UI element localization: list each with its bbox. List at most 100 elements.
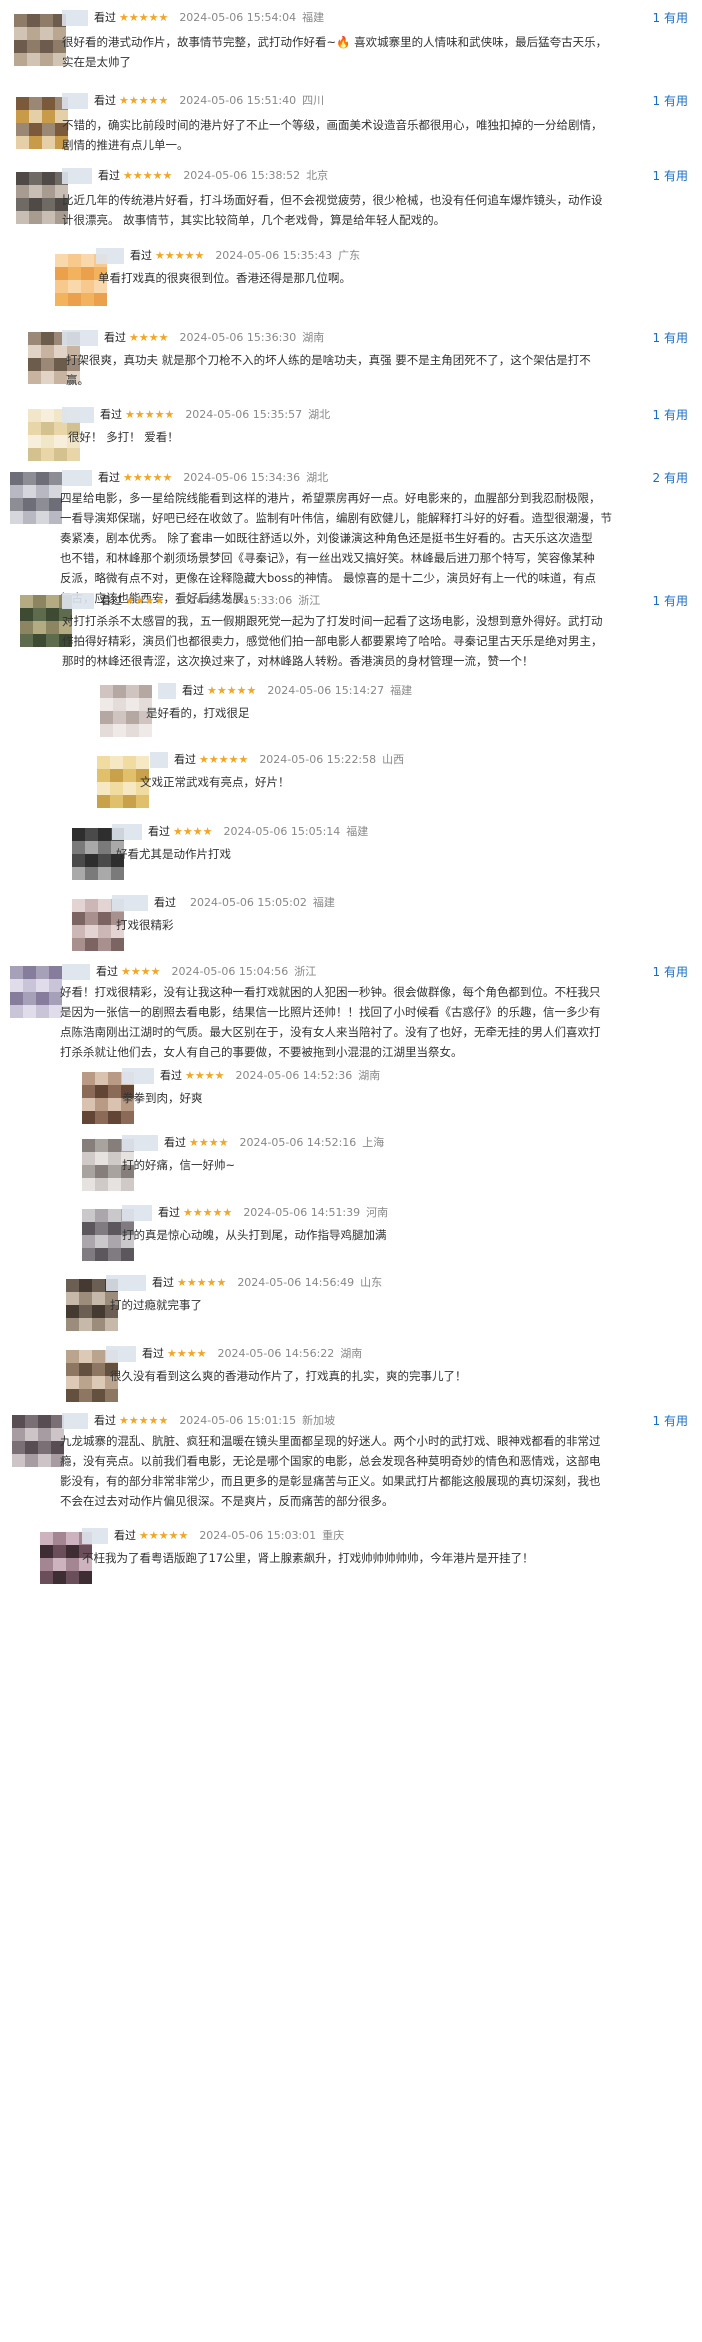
avatar[interactable]	[16, 97, 68, 149]
comment-meta: 看过 ★★★★★ 2024-05-06 15:38:52 北京	[98, 168, 328, 184]
comment-text: 很好看的港式动作片，故事情节完整，武打动作好看~🔥 喜欢城寨里的人情味和武侠味，…	[62, 32, 607, 72]
comment-location: 新加坡	[302, 1414, 336, 1427]
comment-text: 对打打杀杀不太感冒的我，五一假期跟死党一起为了打发时间一起看了这场电影，没想到意…	[62, 611, 603, 671]
comment-location: 上海	[362, 1136, 385, 1149]
avatar[interactable]	[16, 172, 68, 224]
username-redacted[interactable]	[62, 1413, 88, 1429]
useful-vote-link[interactable]: 1 有用	[653, 1413, 688, 1429]
seen-label: 看过	[160, 1069, 182, 1082]
rating-stars: ★★★★	[125, 594, 165, 607]
username-redacted[interactable]	[62, 168, 92, 184]
comment-text: 打架很爽，真功夫 就是那个刀枪不入的坏人练的是啥功夫，真强 要不是主角团死不了，…	[66, 350, 591, 390]
comment-time: 2024-05-06 14:52:36	[235, 1069, 353, 1082]
comment-text-line: 不错的，确实比前段时间的港片好了不止一个等级，画面美术设造音乐都很用心，唯独扣掉…	[62, 118, 603, 132]
comment-meta: 看过 ★★★★★ 2024-05-06 15:35:57 湖北	[100, 407, 330, 423]
comment-meta: 看过 ★★★★ 2024-05-06 14:52:36 湖南	[160, 1068, 380, 1084]
username-redacted[interactable]	[62, 470, 92, 486]
avatar[interactable]	[10, 966, 62, 1018]
comment-meta: 看过 ★★★★ 2024-05-06 15:36:30 湖南	[104, 330, 324, 346]
username-redacted[interactable]	[62, 93, 88, 109]
username-redacted[interactable]	[62, 407, 94, 423]
rating-stars: ★★★★★	[119, 11, 169, 24]
username-redacted[interactable]	[122, 1205, 152, 1221]
comment-location: 浙江	[298, 594, 321, 607]
seen-label: 看过	[94, 11, 116, 24]
username-redacted[interactable]	[62, 330, 98, 346]
comment-location: 湖南	[302, 331, 325, 344]
username-redacted[interactable]	[62, 593, 94, 609]
useful-vote-link[interactable]: 1 有用	[653, 330, 688, 346]
username-redacted[interactable]	[158, 683, 176, 699]
comment-text-line: 是好看的，打戏很足	[146, 706, 250, 720]
username-redacted[interactable]	[112, 895, 148, 911]
seen-label: 看过	[96, 965, 118, 978]
rating-stars: ★★★★	[121, 965, 161, 978]
comment-time: 2024-05-06 14:51:39	[243, 1206, 361, 1219]
seen-label: 看过	[98, 471, 120, 484]
username-redacted[interactable]	[112, 824, 142, 840]
comment-location: 重庆	[322, 1529, 345, 1542]
comment-time: 2024-05-06 14:56:22	[217, 1347, 335, 1360]
comment-text-line: 是因为一张信一的剧照去看电影，结果信一比照片还帅！！找回了小时候看《古惑仔》的乐…	[60, 1005, 601, 1019]
username-redacted[interactable]	[62, 964, 90, 980]
rating-stars: ★★★★★	[155, 249, 205, 262]
avatar[interactable]	[14, 14, 66, 66]
comment-text-line: 好看尤其是动作片打戏	[116, 847, 231, 861]
comment-text-line: 打的过瘾就完事了	[110, 1298, 202, 1312]
comment-text-line: 瘾，没有亮点。以前我们看电影，无论是哪个国家的电影，总会发现各种莫明奇妙的情色和…	[60, 1454, 601, 1468]
avatar[interactable]	[12, 1415, 64, 1467]
comment-location: 湖北	[308, 408, 331, 421]
comment-text: 打的过瘾就完事了	[110, 1295, 202, 1315]
comment-location: 河南	[366, 1206, 389, 1219]
comment-time: 2024-05-06 15:38:52	[183, 169, 301, 182]
comment-text-line: 拳拳到肉，好爽	[122, 1091, 203, 1105]
comment-text: 打的真是惊心动魄，从头打到尾，动作指导鸡腿加满	[122, 1225, 387, 1245]
comment-meta: 看过 ★★★★ 2024-05-06 14:56:22 湖南	[142, 1346, 362, 1362]
seen-label: 看过	[158, 1206, 180, 1219]
rating-stars: ★★★★	[189, 1136, 229, 1149]
comment-time: 2024-05-06 15:51:40	[179, 94, 297, 107]
seen-label: 看过	[98, 169, 120, 182]
comment-time: 2024-05-06 15:35:43	[215, 249, 333, 262]
comment-text-line: 打戏很精彩	[116, 918, 174, 932]
comment-text-line: 计很漂亮。 故事情节，其实比较简单，几个老戏骨，算是给年轻人配戏的。	[62, 213, 446, 227]
comment-text-line: 剧情的推进有点儿单一。	[62, 138, 189, 152]
avatar[interactable]	[100, 685, 152, 737]
comment-location: 福建	[312, 896, 335, 909]
comment-time: 2024-05-06 15:36:30	[179, 331, 297, 344]
comment-text-line: 打的真是惊心动魄，从头打到尾，动作指导鸡腿加满	[122, 1228, 387, 1242]
username-redacted[interactable]	[106, 1275, 146, 1291]
comment-text: 四星给电影，多一星给院线能看到这样的港片，希望票房再好一点。好电影来的，血腥部分…	[60, 488, 612, 608]
comment-text-line: 赢。	[66, 373, 89, 387]
comment-text-line: 反派，略微有点不对，更像在诠释隐藏大boss的神情。 最惊喜的是十二少，演员好有…	[60, 571, 596, 585]
useful-vote-link[interactable]: 2 有用	[653, 470, 688, 486]
avatar[interactable]	[10, 472, 62, 524]
seen-label: 看过	[142, 1347, 164, 1360]
username-redacted[interactable]	[62, 10, 88, 26]
username-redacted[interactable]	[82, 1528, 108, 1544]
useful-vote-link[interactable]: 1 有用	[653, 168, 688, 184]
comment-time: 2024-05-06 15:33:06	[175, 594, 293, 607]
useful-vote-link[interactable]: 1 有用	[653, 10, 688, 26]
comment-meta: 看过 ★★★★★ 2024-05-06 14:51:39 河南	[158, 1205, 388, 1221]
useful-vote-link[interactable]: 1 有用	[653, 93, 688, 109]
username-redacted[interactable]	[106, 1346, 136, 1362]
useful-vote-link[interactable]: 1 有用	[653, 964, 688, 980]
comment-text-line: 打架很爽，真功夫 就是那个刀枪不入的坏人练的是啥功夫，真强 要不是主角团死不了，…	[66, 353, 591, 367]
username-redacted[interactable]	[122, 1068, 154, 1084]
comment-text: 拳拳到肉，好爽	[122, 1088, 203, 1108]
comment-text: 打戏很精彩	[116, 915, 174, 935]
useful-vote-link[interactable]: 1 有用	[653, 407, 688, 423]
rating-stars: ★★★★	[167, 1347, 207, 1360]
comment-text-line: 作拍得好精彩，演员们也都很卖力，感觉他们拍一部电影人都要累垮了哈哈。寻秦记里古天…	[62, 634, 603, 648]
comment-text-line: 单看打戏真的很爽很到位。香港还得是那几位啊。	[98, 271, 351, 285]
comment-location: 浙江	[294, 965, 317, 978]
username-redacted[interactable]	[96, 248, 124, 264]
username-redacted[interactable]	[150, 752, 168, 768]
comment-meta: 看过 ★★★★★ 2024-05-06 15:51:40 四川	[94, 93, 324, 109]
username-redacted[interactable]	[122, 1135, 158, 1151]
rating-stars: ★★★★★	[119, 94, 169, 107]
comment-location: 山西	[382, 753, 405, 766]
useful-vote-link[interactable]: 1 有用	[653, 593, 688, 609]
comment-text-line: 打的好痛，信一好帅~	[122, 1158, 236, 1172]
